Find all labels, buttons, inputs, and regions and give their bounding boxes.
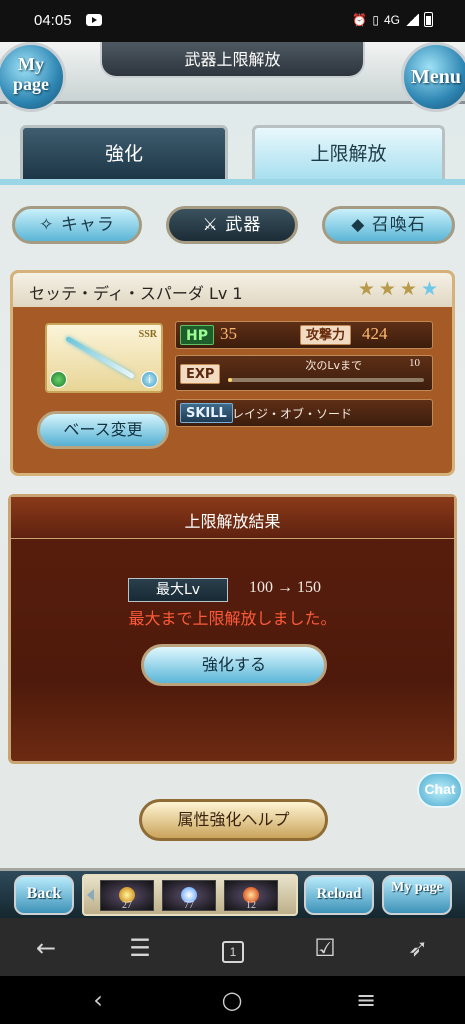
crystal-icon: ◆ [351,215,372,235]
tab-limit-break[interactable]: 上限解放 [252,125,445,180]
status-bar: 04:05 ⏰ ▯ 4G [0,0,465,42]
item-count: 77 [184,900,194,911]
tabs-icon[interactable]: 1 [213,934,253,963]
item-slot[interactable]: 27 [100,880,154,911]
limit-break-result-panel: 上限解放結果 最大Lv 100 → 150 最大まで上限解放しました。 強化する [8,494,457,764]
base-change-button[interactable]: ベース変更 [37,411,169,449]
info-icon[interactable]: i [141,371,158,388]
tab-enhance[interactable]: 強化 [20,125,228,180]
game-header: 武器上限解放 My page Menu [0,42,465,112]
next-level-label: 次のLvまで [305,359,362,372]
weapon-image[interactable]: SSR i [45,323,163,393]
uncap-stars: ★ ★ ★ ★ [358,279,438,299]
rocket-icon[interactable]: ➶ [398,934,438,962]
nav-home-icon[interactable]: ○ [212,986,252,1014]
mypage-round-button[interactable]: My page [0,42,66,112]
result-header: 上限解放結果 [11,497,454,539]
youtube-notification-icon [86,14,102,26]
reload-button[interactable]: Reload [304,875,374,915]
exp-label: EXP [180,364,221,384]
chara-icon: ✧ [39,215,61,235]
arrow-left-icon[interactable]: ← [26,934,66,962]
category-chara-button[interactable]: ✧ キャラ [12,206,142,244]
next-level-value: 10 [409,357,420,369]
sword-icon [64,335,136,380]
swords-icon: ⚔ [202,215,226,235]
alarm-icon: ⏰ [352,12,368,27]
category-weapon-label: 武器 [225,215,262,235]
vibrate-icon: ▯ [372,12,379,27]
exp-progress-fill [228,378,232,382]
page-title: 武器上限解放 [184,50,281,69]
hp-label: HP [180,325,214,345]
result-title: 上限解放結果 [184,512,281,531]
game-bottom-bar: Back 27 77 12 Reload My page [0,868,465,918]
star-icon: ★ [357,278,375,300]
browser-toolbar: ← ☰ 1 ☑ ➶ [0,918,465,976]
status-icons: ⏰ ▯ 4G [352,12,433,27]
rarity-badge: SSR [138,329,157,340]
tabs-count: 1 [222,941,244,963]
attack-value: 424 [362,324,388,343]
stats-row: HP 35 攻撃力 424 [175,321,433,349]
blue-star-icon: ★ [420,278,438,300]
back-button[interactable]: Back [14,875,74,915]
category-chara-label: キャラ [60,215,115,235]
enhance-button[interactable]: 強化する [141,644,327,686]
wind-element-icon [50,371,67,388]
category-summon-button[interactable]: ◆ 召喚石 [322,206,455,244]
chevron-left-icon[interactable] [87,889,94,901]
hp-value: 35 [220,324,237,343]
nav-back-icon[interactable]: ‹ [78,986,118,1014]
item-slot[interactable]: 77 [162,880,216,911]
system-nav-bar: ‹ ○ ≡ [0,976,465,1024]
game-screen: 武器上限解放 My page Menu 強化 上限解放 ✧ キャラ ⚔ 武器 ◆… [0,42,465,918]
network-label: 4G [383,12,400,27]
tab-rail [0,179,465,185]
skill-label: SKILL [180,403,233,423]
item-slot[interactable]: 12 [224,880,278,911]
exp-row: EXP 次のLvまで 10 [175,355,433,391]
weapon-card-header: セッテ・ディ・スパーダ Lv 1 ★ ★ ★ ★ [13,273,452,307]
menu-round-button[interactable]: Menu [401,42,465,112]
chat-button[interactable]: Chat [417,772,463,808]
item-count: 12 [246,900,256,911]
category-weapon-button[interactable]: ⚔ 武器 [166,206,298,244]
status-time: 04:05 [34,12,72,29]
skill-row[interactable]: SKILL レイジ・オブ・ソード [175,399,433,427]
max-level-label: 最大Lv [128,578,228,602]
exp-progress-bar [228,378,424,382]
mypage-button[interactable]: My page [382,875,452,915]
hamburger-menu-icon[interactable]: ☰ [120,934,160,962]
nav-recent-icon[interactable]: ≡ [346,986,386,1014]
signal-icon [405,13,419,26]
item-count: 27 [122,900,132,911]
battery-icon [424,12,433,27]
star-icon: ★ [399,278,417,300]
category-summon-label: 召喚石 [371,215,426,235]
weapon-name: セッテ・ディ・スパーダ Lv 1 [29,284,243,303]
star-icon: ★ [378,278,396,300]
attack-label: 攻撃力 [300,325,352,345]
weapon-card: セッテ・ディ・スパーダ Lv 1 ★ ★ ★ ★ SSR i ベース変更 HP … [10,270,455,476]
result-message: 最大まで上限解放しました。 [128,609,337,628]
element-help-button[interactable]: 属性強化ヘルプ [139,799,328,841]
item-strip: 27 77 12 [82,874,298,916]
skill-name: レイジ・オブ・ソード [232,407,353,421]
checkbox-icon[interactable]: ☑ [305,934,345,962]
max-level-change: 100 → 150 [249,579,321,596]
